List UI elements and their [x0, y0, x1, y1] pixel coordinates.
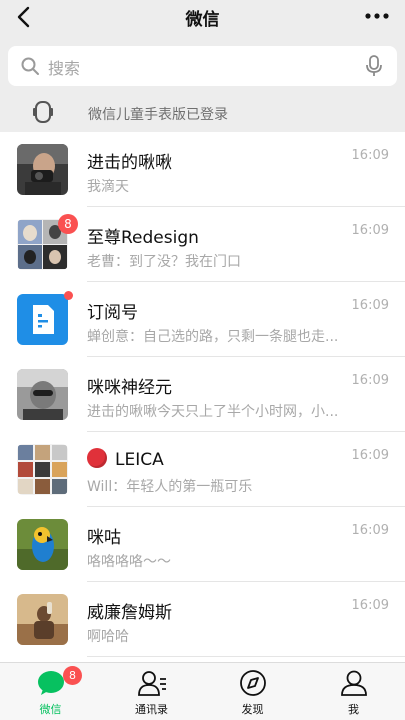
microphone-icon[interactable] — [365, 54, 383, 78]
subscription-avatar — [17, 294, 68, 345]
tab-me[interactable]: 我 — [303, 663, 404, 720]
tab-contacts[interactable]: 通讯录 — [101, 663, 202, 720]
chat-time: 16:09 — [351, 298, 389, 313]
chat-name: 至尊Redesign — [87, 228, 199, 248]
tab-label: 我 — [348, 703, 359, 716]
tab-label: 发现 — [241, 703, 264, 716]
search-placeholder: 搜索 — [48, 59, 81, 78]
chat-time: 16:09 — [351, 373, 389, 388]
tab-label: 微信 — [39, 703, 62, 716]
watch-icon — [30, 99, 56, 125]
chat-preview: Will：年轻人的第一瓶可乐 — [87, 479, 253, 495]
tab-discover[interactable]: 发现 — [202, 663, 303, 720]
compass-icon — [238, 669, 268, 697]
chat-name: 咪咪神经元 — [87, 378, 172, 398]
chat-time: 16:09 — [351, 223, 389, 238]
chat-name: 进击的啾啾 — [87, 153, 172, 173]
watch-login-text: 微信儿童手表版已登录 — [88, 107, 228, 123]
chat-time: 16:09 — [351, 448, 389, 463]
chat-time: 16:09 — [351, 148, 389, 163]
chat-name-text: LEICA — [115, 450, 164, 470]
avatar — [17, 144, 68, 195]
chat-time: 16:09 — [351, 598, 389, 613]
top-bar: 微信 — [0, 0, 405, 34]
avatar — [17, 594, 68, 645]
chat-name: 咪咕 — [87, 528, 121, 548]
chat-preview: 老曹：到了没？我在门口 — [87, 254, 241, 270]
red-circle-emoji-icon — [87, 448, 107, 468]
chat-row[interactable]: 咪咕 咯咯咯咯～～ 16:09 — [0, 507, 405, 582]
chat-name: LEICA — [87, 448, 164, 470]
person-icon — [339, 669, 369, 697]
chat-name: 威廉詹姆斯 — [87, 603, 172, 623]
tab-label: 通讯录 — [135, 703, 168, 716]
divider — [87, 656, 405, 657]
contacts-icon — [137, 669, 167, 697]
chat-bubble-icon — [36, 669, 66, 697]
avatar — [17, 369, 68, 420]
page-title: 微信 — [185, 10, 220, 30]
chat-preview: 咯咯咯咯～～ — [87, 554, 171, 570]
search-area: 搜索 — [0, 34, 405, 94]
chat-preview: 进击的啾啾今天只上了半个小时网，小... — [87, 404, 339, 420]
chat-name: 订阅号 — [87, 303, 138, 323]
search-input[interactable]: 搜索 — [8, 46, 397, 86]
unread-badge: 8 — [58, 214, 78, 234]
unread-dot — [64, 291, 73, 300]
chat-preview: 蝉创意：自己选的路，只剩一条腿也走... — [87, 329, 339, 345]
more-dots-icon[interactable] — [363, 4, 391, 28]
search-icon — [20, 56, 40, 76]
tab-unread-badge: 8 — [63, 666, 82, 685]
chat-time: 16:09 — [351, 523, 389, 538]
watch-login-bar[interactable]: 微信儿童手表版已登录 — [0, 94, 405, 132]
chat-row[interactable]: 咪咪神经元 进击的啾啾今天只上了半个小时网，小... 16:09 — [0, 357, 405, 432]
chat-row[interactable]: 8 至尊Redesign 老曹：到了没？我在门口 16:09 — [0, 207, 405, 282]
chat-row[interactable]: 威廉詹姆斯 啊哈哈 16:09 — [0, 582, 405, 657]
chat-row[interactable]: LEICA Will：年轻人的第一瓶可乐 16:09 — [0, 432, 405, 507]
group-avatar — [17, 444, 68, 495]
chat-row[interactable]: 进击的啾啾 我滴天 16:09 — [0, 132, 405, 207]
chat-list: 进击的啾啾 我滴天 16:09 8 至尊Redesign 老曹：到了没？我在门口… — [0, 132, 405, 657]
tab-chats[interactable]: 8 微信 — [0, 663, 101, 720]
chat-preview: 我滴天 — [87, 179, 129, 195]
chat-row[interactable]: 订阅号 蝉创意：自己选的路，只剩一条腿也走... 16:09 — [0, 282, 405, 357]
bottom-tab-bar: 8 微信 通讯录 发现 我 — [0, 662, 405, 720]
avatar — [17, 519, 68, 570]
chat-preview: 啊哈哈 — [87, 629, 129, 645]
